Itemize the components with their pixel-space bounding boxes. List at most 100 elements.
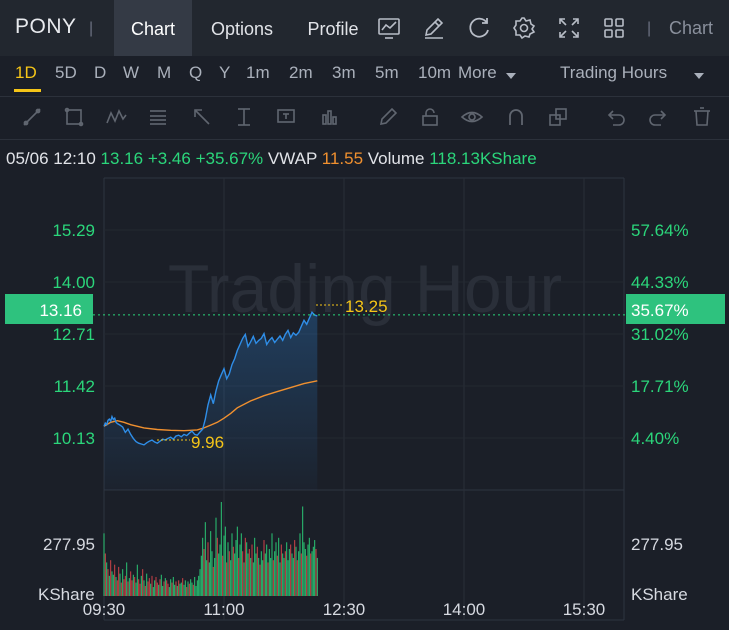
volume-bar [204,522,206,596]
volume-bar [172,576,174,596]
volume-bar [112,574,114,596]
y-tick-label-left: 11.42 [54,377,95,396]
volume-bar [176,585,178,596]
volume-bar [236,526,238,596]
volume-bar [124,575,126,596]
volume-bar [192,584,194,596]
y-tick-label-left: 12.71 [52,325,95,344]
volume-bar [216,537,218,596]
volume-bar [296,560,298,596]
volume-bar [284,551,286,596]
volume-bar [300,553,302,596]
volume-bar [292,557,294,596]
volume-bar [218,553,220,596]
volume-bar [174,584,176,596]
volume-bar [199,569,201,596]
volume-bar [115,576,117,596]
volume-bar [227,542,229,596]
volume-bar [183,584,185,596]
volume-bar [299,533,301,596]
volume-bar [260,551,262,596]
volume-bar [288,549,290,596]
volume-bar [282,553,284,596]
volume-bar [247,553,249,596]
volume-bar [188,583,190,596]
volume-bar [312,546,314,596]
volume-bar [135,582,137,596]
volume-bar [159,579,161,596]
volume-bar [295,546,297,596]
volume-bar [119,573,121,596]
volume-axis-left-label: 277.95 [43,535,95,554]
y-tick-label-left: 10.13 [52,429,95,448]
volume-bar [307,544,309,596]
volume-bar [274,551,276,596]
volume-bar [250,557,252,596]
volume-unit-right: KShare [631,585,688,604]
volume-bar [114,564,116,596]
volume-bar [107,569,109,596]
volume-bar [122,569,124,596]
volume-bar [120,582,122,596]
volume-bar [198,575,200,596]
volume-unit-left: KShare [38,585,95,604]
volume-bar [131,580,133,596]
volume-bar [160,574,162,596]
high-annotation: 13.25 [345,297,388,316]
current-pct-label: 35.67% [631,301,689,320]
volume-bar [252,562,254,596]
volume-bar [108,575,110,596]
volume-bar [202,537,204,596]
volume-bar [272,560,274,596]
volume-bar [136,564,138,596]
volume-bar [315,549,317,596]
volume-bar [231,533,233,596]
volume-bar [140,575,142,596]
volume-bar [291,553,293,596]
volume-bar [163,581,165,596]
low-annotation: 9.96 [191,433,224,452]
volume-bar [167,583,169,596]
volume-bar [242,551,244,596]
volume-bar [254,537,256,596]
volume-bar [130,571,132,596]
volume-bar [280,544,282,596]
x-tick-label: 11:00 [203,600,244,619]
volume-bar [148,578,150,596]
volume-bar [298,551,300,596]
volume-bar [158,584,160,596]
volume-bar [142,569,144,596]
volume-bar [151,575,153,596]
volume-bar [139,583,141,596]
volume-bar [224,526,226,596]
volume-bar [212,566,214,596]
volume-bar [156,582,158,596]
volume-bar [306,555,308,596]
volume-bar [308,537,310,596]
volume-bar [283,557,285,596]
volume-bar [196,580,198,596]
volume-bar [134,576,136,596]
volume-bar [215,517,217,596]
volume-bar [152,587,154,596]
volume-bar [170,579,172,596]
volume-axis-right-label: 277.95 [631,535,683,554]
volume-bar [180,582,182,596]
x-tick-label: 14:00 [443,600,486,619]
volume-bar [258,557,260,596]
volume-bar [146,573,148,596]
volume-bar [232,546,234,596]
volume-bar [191,582,193,596]
volume-bar [182,578,184,596]
volume-bar [219,544,221,596]
intraday-chart[interactable]: Trading Hour 09:30 11:00 12:30 14:00 15:3015… [0,0,729,630]
volume-bar [110,560,112,596]
volume-bar [311,551,313,596]
volume-bar [179,583,181,596]
volume-bar [127,581,129,596]
volume-bar [206,560,208,596]
x-tick-label: 12:30 [323,600,366,619]
volume-bar [302,506,304,596]
volume-bar [270,557,272,596]
volume-bar [208,562,210,596]
